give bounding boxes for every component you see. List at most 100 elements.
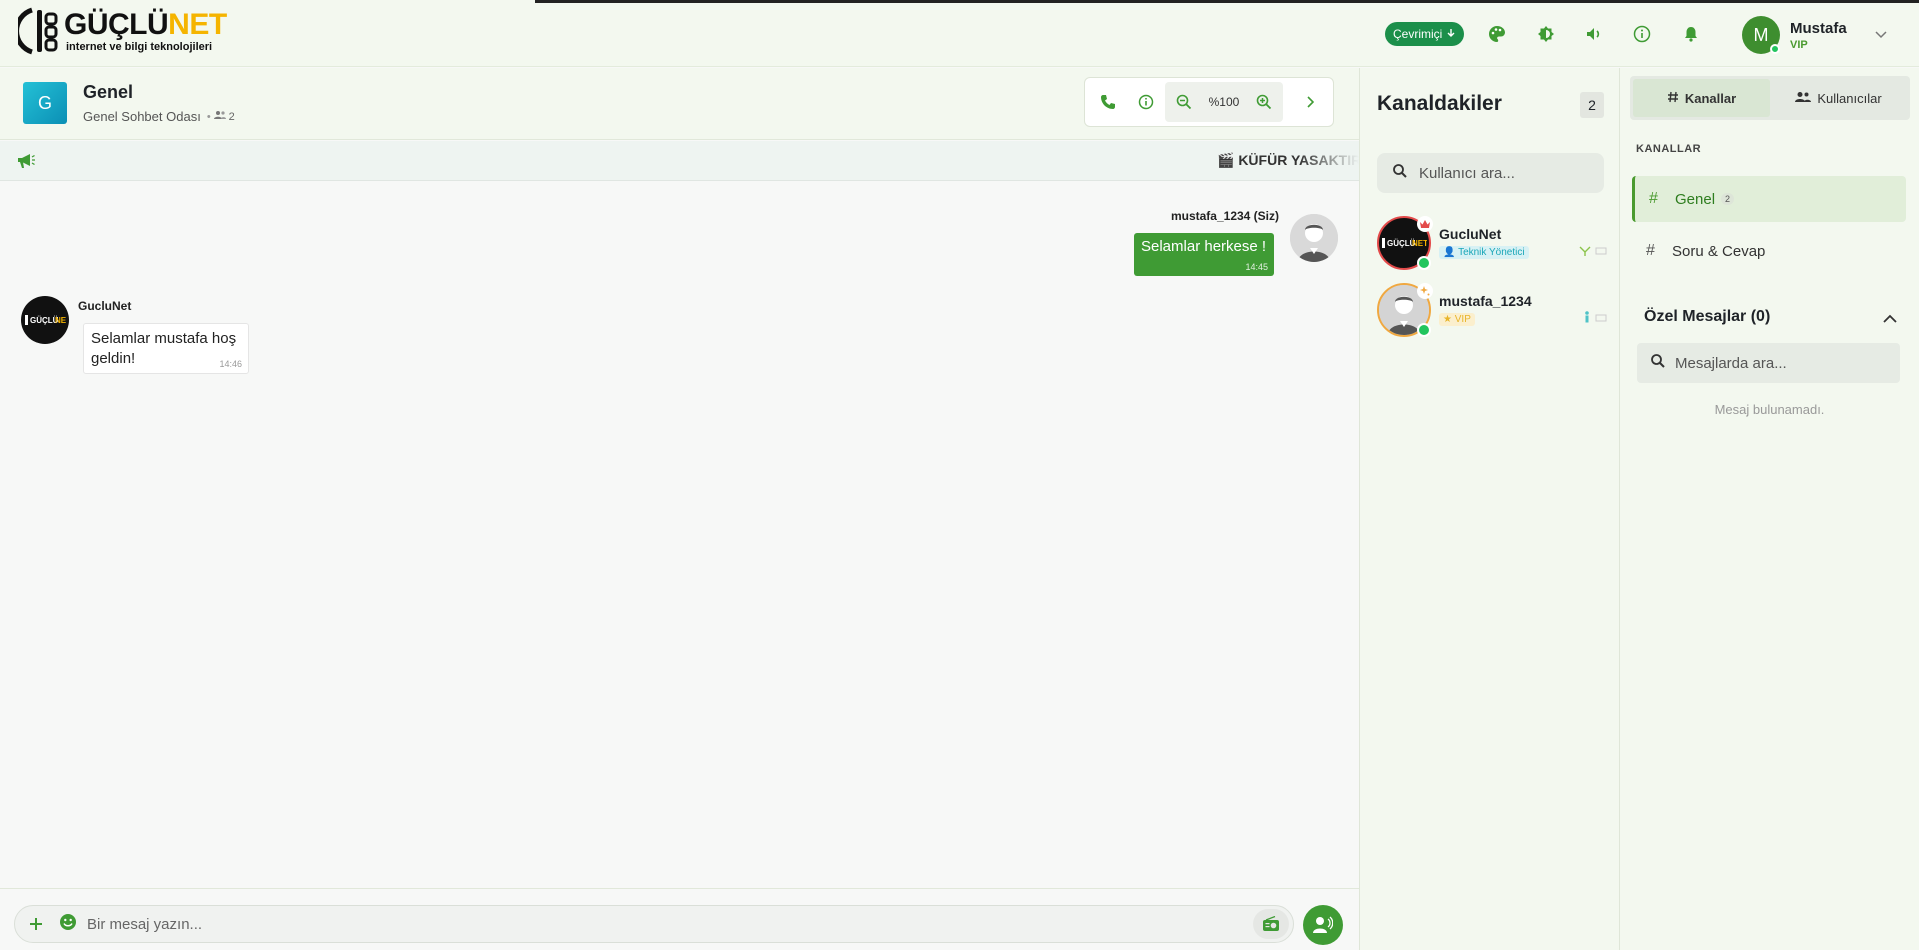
- megaphone-icon: [16, 152, 36, 175]
- message-bubble-mine[interactable]: Selamlar herkese ! 14:45: [1134, 233, 1274, 276]
- plus-icon[interactable]: [25, 913, 47, 935]
- svg-text:NET: NET: [1412, 239, 1427, 248]
- channel-toolbar: %100: [1084, 77, 1334, 127]
- members-title: Kanaldakiler: [1377, 92, 1502, 115]
- channel-item-soru-cevap[interactable]: # Soru & Cevap: [1632, 228, 1906, 274]
- svg-text:NET: NET: [55, 316, 66, 325]
- info-icon[interactable]: [1632, 24, 1652, 44]
- arrow-down-icon: [1446, 27, 1456, 41]
- member-name: GucluNet: [1439, 226, 1502, 242]
- member-search: [1377, 153, 1604, 193]
- info-icon[interactable]: [1127, 83, 1165, 121]
- users-icon: [213, 110, 226, 123]
- composer: [14, 905, 1294, 943]
- zoom-control: %100: [1165, 82, 1283, 122]
- volume-icon[interactable]: [1584, 24, 1604, 44]
- avatar[interactable]: GÜÇLÜNET: [21, 296, 69, 344]
- tab-channels[interactable]: Kanallar: [1633, 79, 1770, 117]
- zoom-out-icon[interactable]: [1165, 83, 1203, 121]
- member-search-input[interactable]: [1419, 164, 1589, 182]
- logo[interactable]: GÜÇLÜNET internet ve bilgi teknolojileri: [14, 6, 227, 56]
- sparkle-icon: [1417, 283, 1433, 299]
- hash-icon: #: [1649, 190, 1658, 207]
- channel-avatar: G: [23, 82, 67, 124]
- logo-tagline: internet ve bilgi teknolojileri: [66, 40, 213, 53]
- composer-area: [0, 888, 1359, 950]
- empty-state: Mesaj bulunamadı.: [1714, 402, 1825, 417]
- top-accent-line: [535, 0, 1919, 3]
- message-time: 14:46: [219, 359, 242, 370]
- message-search: [1637, 343, 1900, 383]
- chevron-down-icon: [1875, 26, 1887, 44]
- crown-icon: [1417, 216, 1433, 232]
- message-search-input[interactable]: [1675, 354, 1875, 372]
- voice-button[interactable]: [1303, 905, 1343, 945]
- search-icon: [1393, 163, 1407, 183]
- tab-users[interactable]: Kullanıcılar: [1770, 79, 1907, 117]
- channel-item-genel[interactable]: # Genel 2: [1632, 176, 1906, 222]
- channel-member-count: • 2: [206, 110, 235, 123]
- contrast-icon[interactable]: [1536, 24, 1556, 44]
- member-status-icons: [1579, 243, 1607, 261]
- chevron-up-icon[interactable]: [1883, 310, 1897, 328]
- channel-name: Genel: [1675, 190, 1716, 208]
- network-icon: [1579, 243, 1591, 261]
- channels-panel: Kanallar Kullanıcılar KANALLAR # Genel 2…: [1620, 68, 1919, 950]
- screen-icon: [1595, 310, 1607, 328]
- chevron-right-icon[interactable]: [1291, 83, 1329, 121]
- phone-icon[interactable]: [1089, 83, 1127, 121]
- message-bubble[interactable]: Selamlar mustafa hoş geldin! 14:46: [83, 323, 249, 374]
- message-time: 14:45: [1245, 262, 1268, 273]
- logo-wordmark: GÜÇLÜNET: [64, 7, 227, 41]
- member-status-icons: [1583, 310, 1607, 328]
- top-bar: GÜÇLÜNET internet ve bilgi teknolojileri…: [0, 0, 1919, 67]
- member-name: mustafa_1234: [1439, 293, 1532, 309]
- section-label: KANALLAR: [1636, 143, 1702, 155]
- user-name: Mustafa: [1790, 19, 1847, 37]
- message-sender: mustafa_1234 (Siz): [1170, 209, 1279, 223]
- users-icon: [1795, 91, 1812, 106]
- member-item[interactable]: mustafa_1234 ★ VIP: [1377, 283, 1607, 341]
- announcement-bar: 🎬 KÜFÜR YASAKTIR: [0, 141, 1359, 181]
- member-role-badge: ★ VIP: [1439, 313, 1475, 326]
- announcement-fade: [1299, 141, 1359, 180]
- panel-tabs: Kanallar Kullanıcılar: [1630, 76, 1910, 120]
- member-role-badge: 👤 Teknik Yönetici: [1439, 246, 1529, 259]
- bell-icon[interactable]: [1681, 24, 1701, 44]
- radio-icon[interactable]: [1253, 909, 1289, 939]
- emoji-icon[interactable]: [59, 913, 77, 936]
- status-label: Çevrimiçi: [1393, 27, 1443, 41]
- message-sender: GucluNet: [78, 299, 132, 313]
- members-panel: Kanaldakiler 2 GÜÇLÜNET GucluNet 👤 Tekni…: [1359, 68, 1620, 950]
- zoom-level: %100: [1208, 95, 1240, 109]
- channel-count-badge: 2: [1721, 193, 1735, 205]
- avatar[interactable]: [1290, 214, 1338, 262]
- members-count: 2: [1580, 92, 1604, 118]
- message-text: Selamlar mustafa hoş geldin!: [91, 330, 237, 367]
- channel-title: Genel: [83, 82, 134, 102]
- online-indicator: [1417, 323, 1431, 337]
- online-indicator: [1417, 256, 1431, 270]
- online-indicator: [1770, 44, 1780, 54]
- message-input[interactable]: [87, 915, 1253, 933]
- channel-header: G Genel Genel Sohbet Odası • 2 %100: [0, 68, 1359, 140]
- avatar: M: [1742, 16, 1780, 54]
- channel-subtitle-row: Genel Sohbet Odası • 2: [83, 109, 235, 124]
- message-text: Selamlar herkese !: [1141, 238, 1267, 255]
- screen-icon: [1595, 243, 1607, 261]
- channel-name: Soru & Cevap: [1672, 242, 1766, 260]
- private-messages-title: Özel Mesajlar (0): [1644, 308, 1771, 325]
- message-list: mustafa_1234 (Siz) Selamlar herkese ! 14…: [0, 182, 1359, 888]
- person-icon: [1583, 310, 1591, 328]
- hash-icon: [1667, 91, 1679, 106]
- search-icon: [1651, 353, 1665, 373]
- user-menu[interactable]: M Mustafa VIP: [1742, 16, 1887, 54]
- logo-mark-icon: [14, 6, 62, 56]
- status-dropdown[interactable]: Çevrimiçi: [1385, 22, 1465, 46]
- zoom-in-icon[interactable]: [1245, 83, 1283, 121]
- channel-subtitle: Genel Sohbet Odası: [83, 109, 201, 124]
- user-role: VIP: [1790, 38, 1808, 51]
- hash-icon: #: [1646, 242, 1655, 259]
- member-item[interactable]: GÜÇLÜ NET GucluNet 👤 Teknik Yönetici: [1377, 216, 1607, 274]
- palette-icon[interactable]: [1487, 24, 1507, 44]
